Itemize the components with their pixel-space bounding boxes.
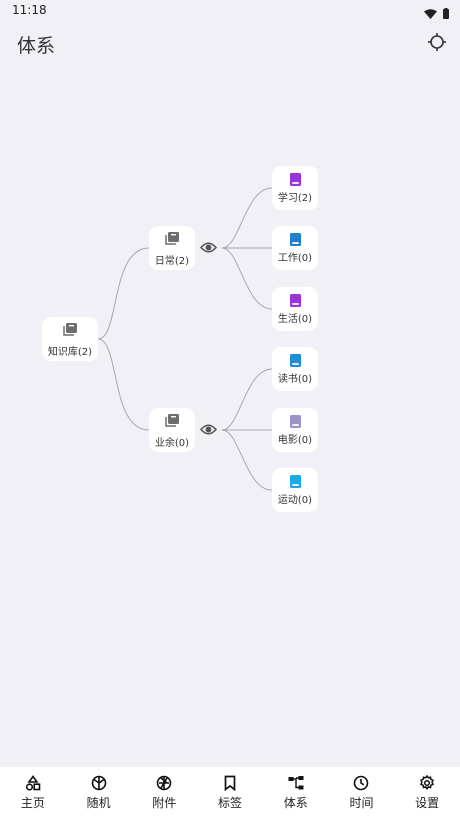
hierarchy-icon — [288, 775, 304, 791]
bookmark-icon — [222, 775, 238, 791]
notebook-icon — [289, 474, 301, 488]
nav-label: 设置 — [415, 796, 440, 810]
nav-label: 附件 — [152, 796, 177, 810]
gear-icon — [419, 775, 435, 791]
nav-label: 主页 — [20, 796, 45, 810]
mind-map: 知识库(2) 日常(2) 业余(0) 学习(2) 工作(0) 生活(0) 读书(… — [0, 0, 460, 760]
notebook-node[interactable]: 电影(0) — [272, 408, 318, 452]
category-node[interactable]: 日常(2) — [149, 226, 195, 270]
nav-item-time[interactable]: 时间 — [329, 767, 395, 819]
nav-label: 标签 — [218, 796, 243, 810]
notebook-label: 学习(2) — [277, 192, 313, 204]
notebook-icon — [289, 172, 301, 186]
nav-item-attachments[interactable]: 附件 — [131, 767, 197, 819]
notebook-label: 生活(0) — [277, 313, 313, 325]
clock-icon — [353, 775, 369, 791]
category-node[interactable]: 业余(0) — [149, 408, 195, 452]
notebook-node[interactable]: 工作(0) — [272, 226, 318, 270]
toggle-visibility-button[interactable] — [198, 421, 218, 437]
notebook-icon — [289, 232, 301, 246]
nav-label: 体系 — [283, 796, 308, 810]
notebook-label: 电影(0) — [277, 434, 313, 446]
eye-icon — [199, 420, 217, 439]
tree-connectors — [97, 187, 273, 491]
shapes-icon — [25, 775, 41, 791]
notebook-icon — [289, 293, 301, 307]
nav-item-home[interactable]: 主页 — [0, 767, 66, 819]
nav-item-settings[interactable]: 设置 — [394, 767, 460, 819]
category-label: 业余(0) — [154, 437, 190, 449]
notebook-icon — [289, 353, 301, 367]
aperture-icon — [156, 775, 172, 791]
category-label: 日常(2) — [154, 255, 190, 267]
library-icon — [165, 412, 179, 431]
nav-item-tags[interactable]: 标签 — [197, 767, 263, 819]
library-icon — [165, 230, 179, 249]
nav-item-random[interactable]: 随机 — [66, 767, 132, 819]
dice-icon — [91, 775, 107, 791]
notebook-node[interactable]: 学习(2) — [272, 166, 318, 210]
library-icon — [63, 321, 77, 340]
nav-item-hierarchy[interactable]: 体系 — [263, 767, 329, 819]
nav-label: 时间 — [349, 796, 374, 810]
toggle-visibility-button[interactable] — [198, 239, 218, 255]
eye-icon — [199, 238, 217, 257]
notebook-icon — [289, 414, 301, 428]
notebook-node[interactable]: 运动(0) — [272, 468, 318, 512]
notebook-label: 工作(0) — [277, 252, 313, 264]
notebook-label: 读书(0) — [277, 373, 313, 385]
nav-label: 随机 — [86, 796, 111, 810]
notebook-node[interactable]: 读书(0) — [272, 347, 318, 391]
root-node-label: 知识库(2) — [47, 346, 93, 358]
notebook-label: 运动(0) — [277, 494, 313, 506]
root-node[interactable]: 知识库(2) — [42, 317, 98, 361]
notebook-node[interactable]: 生活(0) — [272, 287, 318, 331]
bottom-nav: 主页 随机 附件 标签 体系 时间 设置 — [0, 767, 460, 819]
